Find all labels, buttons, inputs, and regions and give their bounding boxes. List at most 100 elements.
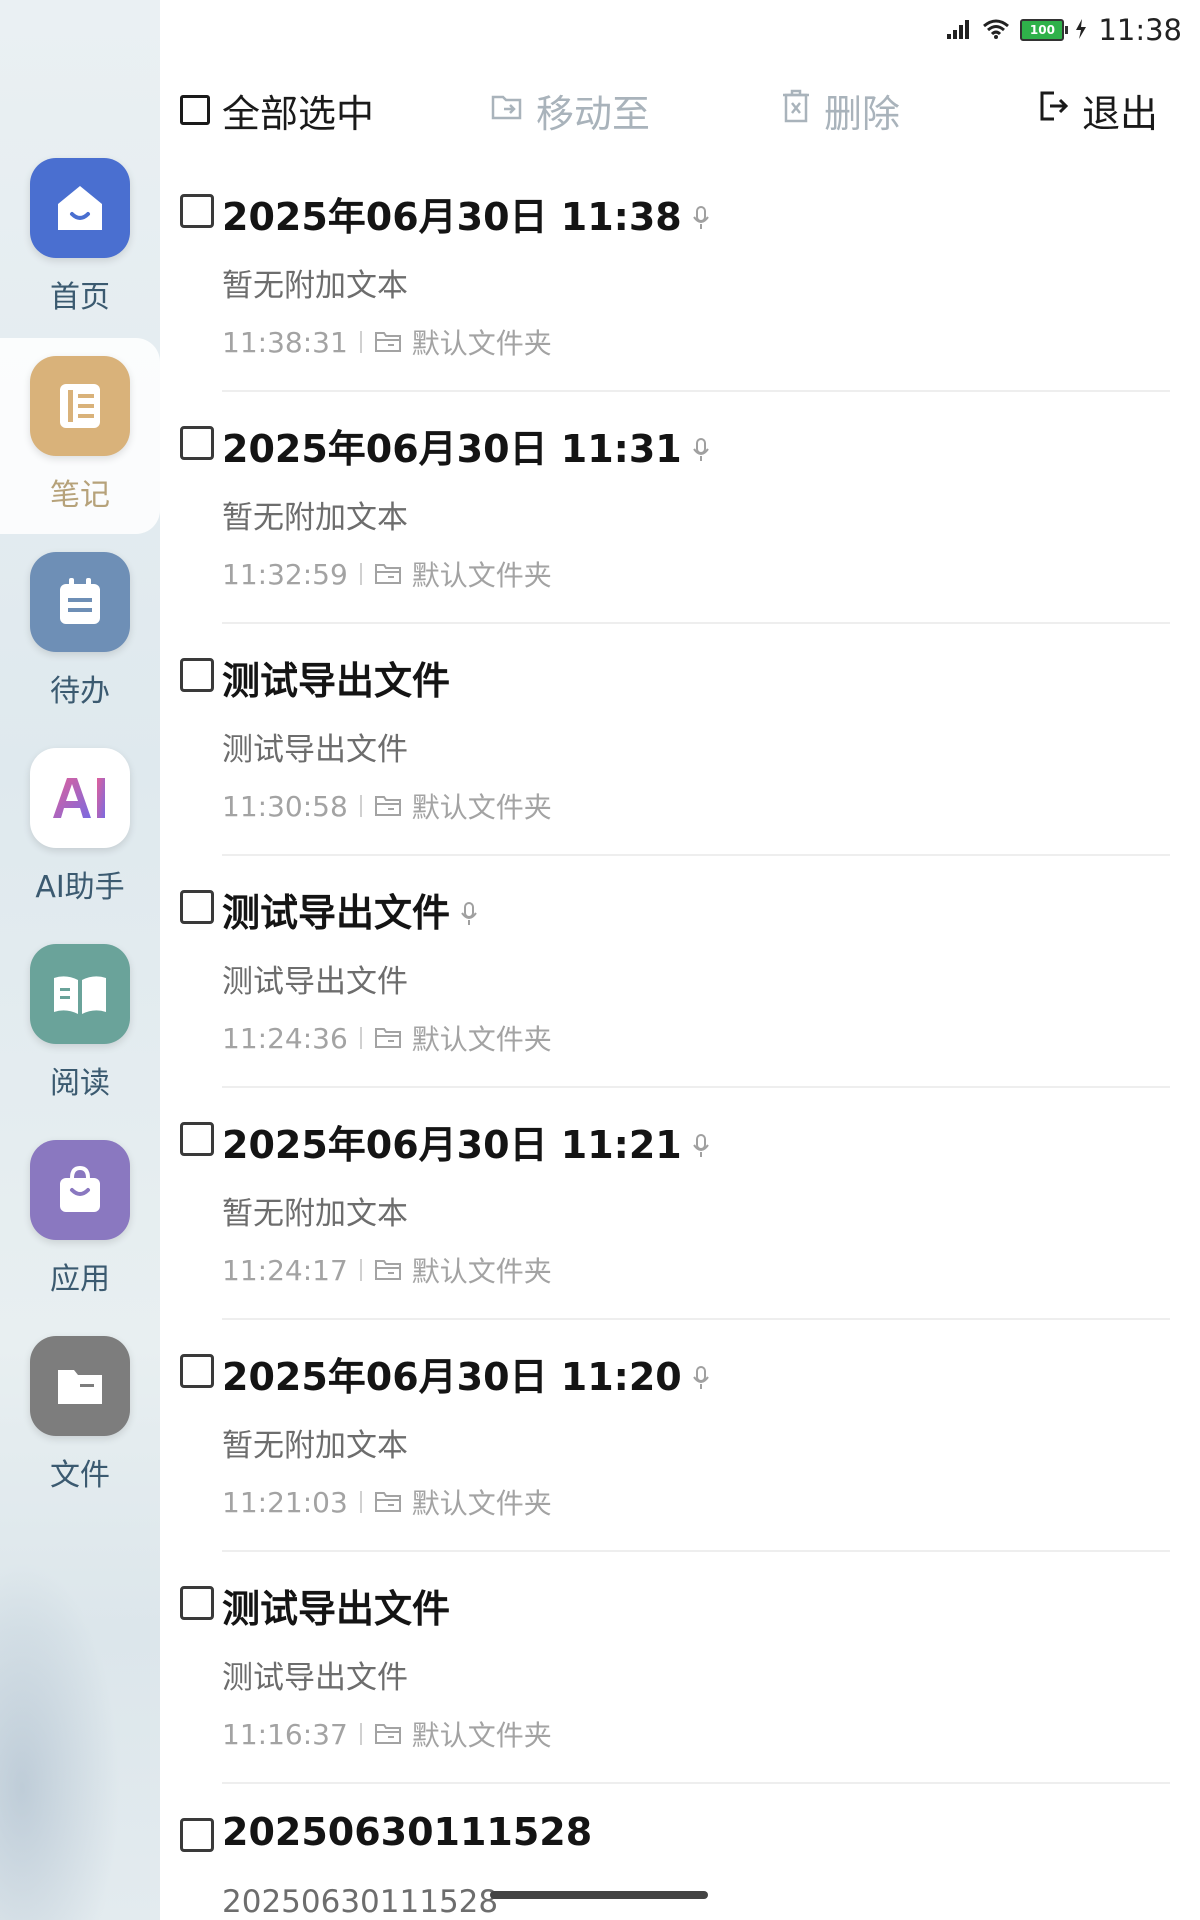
battery-icon: 100 bbox=[1020, 19, 1069, 41]
move-folder-icon bbox=[490, 88, 524, 132]
meta-divider bbox=[359, 331, 362, 353]
folder-outline-icon bbox=[374, 1722, 402, 1746]
note-checkbox[interactable] bbox=[180, 1122, 214, 1156]
move-to-button[interactable]: 移动至 bbox=[490, 78, 650, 142]
sidebar-item-label: 阅读 bbox=[50, 1066, 110, 1101]
sidebar-item-label: 文件 bbox=[50, 1458, 110, 1493]
move-to-label: 移动至 bbox=[536, 91, 651, 136]
selection-toolbar: 全部选中 移动至 删除 退出 bbox=[180, 78, 1180, 142]
note-subtitle: 测试导出文件 bbox=[222, 964, 408, 1000]
sidebar-item-files[interactable]: 文件 bbox=[0, 1318, 160, 1514]
sidebar-item-home[interactable]: 首页 bbox=[0, 140, 160, 336]
notebook-icon bbox=[30, 356, 130, 456]
meta-divider bbox=[359, 1723, 362, 1745]
note-checkbox[interactable] bbox=[180, 658, 214, 692]
folder-outline-icon bbox=[374, 562, 402, 586]
microphone-icon bbox=[460, 892, 478, 936]
charging-icon bbox=[1074, 13, 1088, 47]
microphone-icon bbox=[692, 1356, 710, 1400]
note-subtitle: 暂无附加文本 bbox=[222, 500, 408, 536]
folder-outline-icon bbox=[374, 794, 402, 818]
note-checkbox[interactable] bbox=[180, 890, 214, 924]
note-checkbox[interactable] bbox=[180, 194, 214, 228]
note-checkbox[interactable] bbox=[180, 1354, 214, 1388]
sidebar-item-ai-assistant[interactable]: AI助手 bbox=[0, 730, 160, 926]
note-title: 2025年06月30日 11:21 bbox=[222, 1123, 682, 1167]
app-root: 首页 笔记 待办 AI助手 阅读 应用 文件 100 11:38 全部选中 移动… bbox=[0, 0, 1200, 1920]
meta-divider bbox=[359, 1027, 362, 1049]
note-checkbox[interactable] bbox=[180, 1818, 214, 1852]
bag-icon bbox=[30, 1140, 130, 1240]
folder-outline-icon bbox=[374, 1490, 402, 1514]
note-title: 2025年06月30日 11:20 bbox=[222, 1355, 682, 1399]
note-folder: 默认文件夹 bbox=[411, 791, 552, 824]
note-folder: 默认文件夹 bbox=[411, 559, 552, 592]
note-folder: 默认文件夹 bbox=[411, 1719, 552, 1752]
signal-icon bbox=[946, 13, 972, 47]
note-time: 11:24:17 bbox=[222, 1253, 348, 1287]
note-title: 测试导出文件 bbox=[222, 891, 451, 935]
note-folder: 默认文件夹 bbox=[411, 327, 552, 360]
sidebar-item-todo[interactable]: 待办 bbox=[0, 534, 160, 730]
note-item[interactable]: 测试导出文件 测试导出文件 11:24:36 默认文件夹 bbox=[160, 856, 1200, 1088]
note-subtitle: 暂无附加文本 bbox=[222, 1428, 408, 1464]
sidebar-item-apps[interactable]: 应用 bbox=[0, 1122, 160, 1318]
note-time: 11:16:37 bbox=[222, 1717, 348, 1751]
note-list: 2025年06月30日 11:38 暂无附加文本 11:38:31 默认文件夹 2… bbox=[160, 160, 1200, 1920]
note-time: 11:24:36 bbox=[222, 1021, 348, 1055]
note-title: 测试导出文件 bbox=[222, 659, 451, 703]
sidebar: 首页 笔记 待办 AI助手 阅读 应用 文件 bbox=[0, 0, 160, 1920]
sidebar-item-reading[interactable]: 阅读 bbox=[0, 926, 160, 1122]
note-folder: 默认文件夹 bbox=[411, 1023, 552, 1056]
meta-divider bbox=[359, 1491, 362, 1513]
microphone-icon bbox=[692, 1124, 710, 1168]
home-icon bbox=[30, 158, 130, 258]
exit-label: 退出 bbox=[1082, 91, 1159, 136]
note-subtitle: 测试导出文件 bbox=[222, 732, 408, 768]
note-folder: 默认文件夹 bbox=[411, 1487, 552, 1520]
note-title: 2025年06月30日 11:38 bbox=[222, 195, 682, 239]
exit-button[interactable]: 退出 bbox=[1038, 78, 1158, 142]
status-bar: 100 11:38 bbox=[946, 10, 1182, 50]
home-indicator[interactable] bbox=[490, 1891, 708, 1899]
note-item[interactable]: 2025年06月30日 11:38 暂无附加文本 11:38:31 默认文件夹 bbox=[160, 160, 1200, 392]
sidebar-item-notes[interactable]: 笔记 bbox=[0, 338, 160, 534]
select-all-button[interactable]: 全部选中 bbox=[180, 78, 374, 142]
folder-outline-icon bbox=[374, 1258, 402, 1282]
meta-divider bbox=[359, 795, 362, 817]
note-item[interactable]: 测试导出文件 测试导出文件 11:30:58 默认文件夹 bbox=[160, 624, 1200, 856]
note-time: 11:30:58 bbox=[222, 789, 348, 823]
note-item[interactable]: 20250630111528 20250630111528 bbox=[160, 1784, 1200, 1920]
delete-label: 删除 bbox=[824, 91, 901, 136]
note-subtitle: 暂无附加文本 bbox=[222, 268, 408, 304]
note-item[interactable]: 2025年06月30日 11:21 暂无附加文本 11:24:17 默认文件夹 bbox=[160, 1088, 1200, 1320]
note-subtitle: 测试导出文件 bbox=[222, 1660, 408, 1696]
note-item[interactable]: 2025年06月30日 11:31 暂无附加文本 11:32:59 默认文件夹 bbox=[160, 392, 1200, 624]
todo-icon bbox=[30, 552, 130, 652]
sidebar-background-haze bbox=[0, 1560, 120, 1920]
note-time: 11:38:31 bbox=[222, 325, 348, 359]
trash-icon bbox=[780, 88, 812, 133]
book-icon bbox=[30, 944, 130, 1044]
sidebar-item-label: 待办 bbox=[50, 674, 110, 709]
select-all-checkbox[interactable] bbox=[180, 95, 210, 125]
sidebar-item-label: 首页 bbox=[50, 280, 110, 315]
meta-divider bbox=[359, 1259, 362, 1281]
exit-icon bbox=[1038, 88, 1070, 132]
note-folder: 默认文件夹 bbox=[411, 1255, 552, 1288]
microphone-icon bbox=[692, 196, 710, 240]
sidebar-item-label: 笔记 bbox=[50, 478, 110, 513]
ai-icon bbox=[30, 748, 130, 848]
note-checkbox[interactable] bbox=[180, 426, 214, 460]
sidebar-item-label: AI助手 bbox=[35, 870, 125, 905]
note-item[interactable]: 2025年06月30日 11:20 暂无附加文本 11:21:03 默认文件夹 bbox=[160, 1320, 1200, 1552]
note-time: 11:21:03 bbox=[222, 1485, 348, 1519]
select-all-label: 全部选中 bbox=[222, 91, 375, 136]
folder-outline-icon bbox=[374, 1026, 402, 1050]
note-checkbox[interactable] bbox=[180, 1586, 214, 1620]
sidebar-item-label: 应用 bbox=[50, 1262, 110, 1297]
note-title: 20250630111528 bbox=[222, 1810, 593, 1854]
status-time: 11:38 bbox=[1098, 13, 1182, 47]
note-item[interactable]: 测试导出文件 测试导出文件 11:16:37 默认文件夹 bbox=[160, 1552, 1200, 1784]
delete-button[interactable]: 删除 bbox=[780, 78, 900, 142]
